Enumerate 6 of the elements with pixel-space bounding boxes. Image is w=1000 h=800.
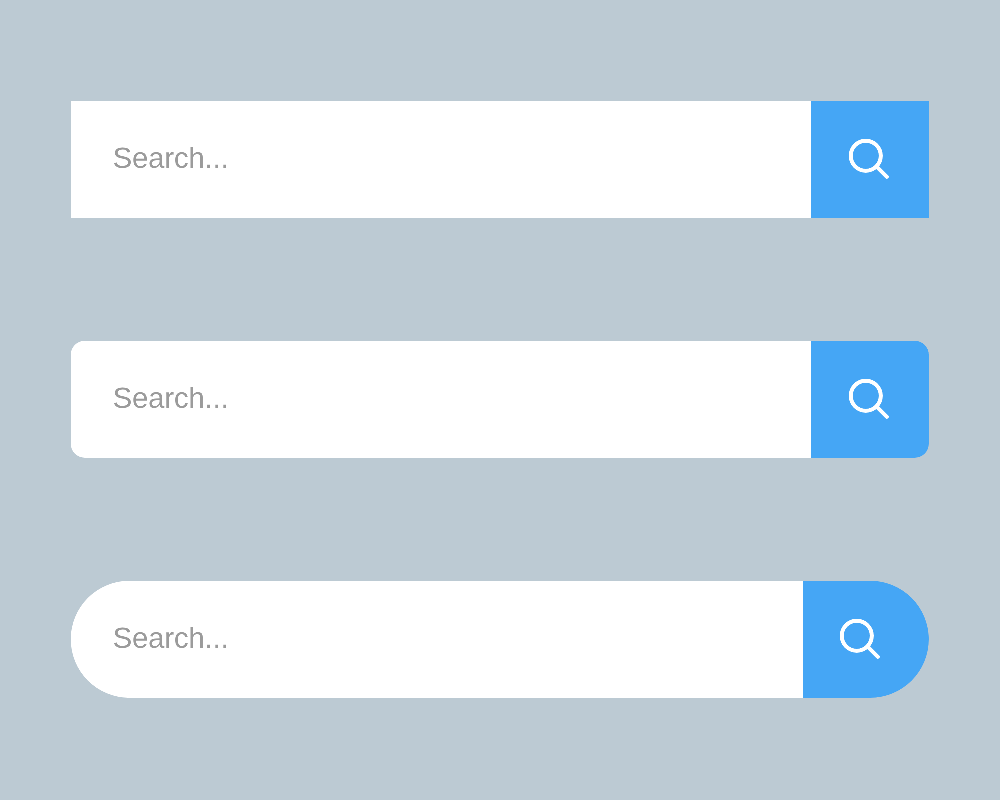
search-field[interactable]: Search... (71, 341, 811, 458)
search-button[interactable] (803, 581, 929, 698)
search-button[interactable] (811, 101, 929, 218)
search-field[interactable]: Search... (71, 101, 811, 218)
search-field[interactable]: Search... (71, 581, 803, 698)
search-button[interactable] (811, 341, 929, 458)
